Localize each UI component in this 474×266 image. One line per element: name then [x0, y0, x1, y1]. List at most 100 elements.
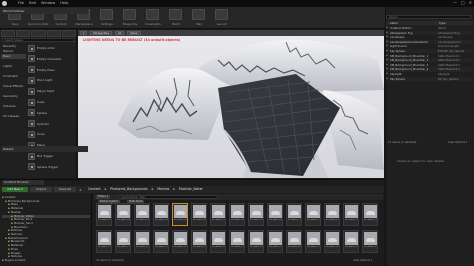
placeable-item[interactable]: Cone	[28, 130, 74, 138]
outliner-row[interactable]: ● Sky Sphere BP_Sky_Sphere	[386, 76, 473, 81]
asset-tile[interactable]: SM_Water_28	[324, 230, 340, 253]
asset-tile[interactable]: SM_Water_03	[134, 203, 150, 226]
asset-tile[interactable]: SM_Water_19	[153, 230, 169, 253]
asset-tile[interactable]: SM_Water_14	[343, 203, 359, 226]
asset-name: SM_Water_19	[155, 246, 168, 248]
add-new-button[interactable]: Add New ▾	[2, 187, 28, 192]
breadcrumb-item[interactable]: Meshes	[157, 187, 169, 192]
asset-tile[interactable]: SM_Water_21	[191, 230, 207, 253]
placeable-item[interactable]: Point Light	[28, 76, 74, 84]
blueprints-icon[interactable]	[123, 9, 136, 20]
asset-name: SM_Water_03	[136, 219, 149, 221]
asset-tile[interactable]: SM_Water_26	[286, 230, 302, 253]
asset-tile[interactable]: SM_Water_17	[115, 230, 131, 253]
mode-category[interactable]: Lights	[1, 64, 26, 69]
placeable-item[interactable]: Empty Character	[28, 55, 74, 63]
asset-tile[interactable]: SM_Water_10	[267, 203, 283, 226]
build-icon[interactable]	[169, 9, 182, 20]
close-button[interactable]: ✕	[469, 0, 472, 5]
perspective-button[interactable]: Perspective	[90, 31, 112, 35]
minimize-button[interactable]: —	[453, 0, 457, 5]
placeable-item[interactable]: Cylinder	[28, 120, 74, 128]
asset-search-input[interactable]	[118, 195, 218, 199]
asset-tile[interactable]: SM_Water_06	[191, 203, 207, 226]
mode-category[interactable]: Volumes	[1, 104, 26, 109]
foliage-mode-tab[interactable]	[46, 30, 61, 37]
asset-tile[interactable]: SM_Water_23	[229, 230, 245, 253]
asset-tile[interactable]: SM_Water_18	[134, 230, 150, 253]
filters-button[interactable]: Filters ▾	[96, 195, 110, 199]
viewport-options-button[interactable]: ▾	[80, 31, 88, 35]
lit-button[interactable]: Lit	[114, 31, 125, 35]
asset-tile[interactable]: SM_Water_11	[286, 203, 302, 226]
mode-category[interactable]: Geometry	[1, 94, 26, 99]
place-mode-tab[interactable]	[1, 30, 16, 37]
settings-icon[interactable]	[100, 9, 113, 20]
asset-tile[interactable]: SM_Water_04	[153, 203, 169, 226]
asset-tile[interactable]: SM_Water_07	[210, 203, 226, 226]
visibility-eye-icon[interactable]: ●	[386, 77, 388, 81]
outliner-view-options[interactable]: View Options ▾	[448, 141, 467, 144]
mode-category[interactable]: Cinematic	[1, 74, 26, 79]
asset-tile[interactable]: SM_Water_22	[210, 230, 226, 253]
asset-tile[interactable]: SM_Water_15	[362, 203, 378, 226]
menu-item-window[interactable]: Window	[41, 1, 55, 6]
actor-icon	[28, 163, 35, 171]
maximize-button[interactable]: □	[461, 0, 465, 5]
mode-category[interactable]: Recently Placed	[1, 44, 26, 53]
breadcrumb-item[interactable]: Content	[88, 187, 101, 192]
asset-tile[interactable]: SM_Water_09	[248, 203, 264, 226]
asset-tile[interactable]: SM_Water_08	[229, 203, 245, 226]
asset-tile[interactable]: SM_Water_20	[172, 230, 188, 253]
asset-tile[interactable]: SM_Water_16	[96, 230, 112, 253]
asset-tile[interactable]: SM_Water_05	[172, 203, 188, 226]
asset-tile[interactable]: SM_Water_13	[324, 203, 340, 226]
cinematics-icon[interactable]	[146, 9, 159, 20]
landscape-mode-tab[interactable]	[31, 30, 46, 37]
save-all-button[interactable]: Save All	[54, 187, 76, 192]
placeable-item[interactable]: Cube	[28, 98, 74, 106]
placeable-item[interactable]: Sphere Trigger	[28, 163, 74, 171]
outliner-search-input[interactable]	[386, 15, 471, 19]
asset-tile[interactable]: SM_Water_27	[305, 230, 321, 253]
mode-category[interactable]: Basic	[1, 54, 26, 59]
import-button[interactable]: Import	[30, 187, 52, 192]
placeable-item[interactable]: Empty Actor	[28, 44, 74, 52]
asset-tile[interactable]: SM_Water_29	[343, 230, 359, 253]
play-icon[interactable]	[192, 9, 205, 20]
mode-tabs	[1, 30, 77, 37]
folder-item[interactable]: ▪ Engine Content	[2, 258, 25, 263]
menu-item-help[interactable]: Help	[60, 1, 68, 6]
placeable-item[interactable]: Sphere	[28, 109, 74, 117]
launch-icon[interactable]	[215, 9, 228, 20]
details-tab[interactable]: Details	[1, 146, 88, 152]
asset-tile[interactable]: SM_Water_02	[115, 203, 131, 226]
paint-mode-tab[interactable]	[16, 30, 31, 37]
asset-name: SM_Water_28	[326, 246, 339, 248]
asset-tile[interactable]: SM_Water_01	[96, 203, 112, 226]
placeable-item[interactable]: Player Start	[28, 87, 74, 95]
menu-item-file[interactable]: File	[18, 1, 24, 6]
nav-back-icon[interactable]: ◂	[79, 187, 81, 192]
breadcrumb-item[interactable]: Modular_Water	[179, 187, 203, 192]
content-browser-tab[interactable]: Content Browser	[2, 180, 44, 185]
label-column[interactable]: Label	[390, 21, 398, 25]
placeable-item[interactable]: Box Trigger	[28, 152, 74, 160]
mode-category[interactable]: All Classes	[1, 114, 26, 119]
asset-tile[interactable]: SM_Water_30	[362, 230, 378, 253]
asset-tile[interactable]: SM_Water_12	[305, 203, 321, 226]
asset-tile[interactable]: SM_Water_24	[248, 230, 264, 253]
asset-tile[interactable]: SM_Water_25	[267, 230, 283, 253]
geometry-mode-tab[interactable]	[61, 30, 77, 37]
type-column[interactable]: Type	[439, 21, 445, 25]
class-search-input[interactable]	[2, 38, 75, 42]
mode-category[interactable]: Visual Effects	[1, 84, 26, 89]
asset-view-options[interactable]: View Options ▾	[353, 259, 372, 262]
placeable-item[interactable]: Empty Pawn	[28, 66, 74, 74]
show-button[interactable]: Show	[127, 31, 141, 35]
outliner-tab[interactable]: World Outliner	[1, 8, 88, 14]
asset-name: SM_Water_18	[136, 246, 149, 248]
level-viewport[interactable]: ▾ Perspective Lit Show LIGHTING NEEDS TO…	[78, 30, 384, 178]
menu-item-edit[interactable]: Edit	[29, 1, 36, 6]
breadcrumb-item[interactable]: Photoreal_Backgrounds	[110, 187, 147, 192]
